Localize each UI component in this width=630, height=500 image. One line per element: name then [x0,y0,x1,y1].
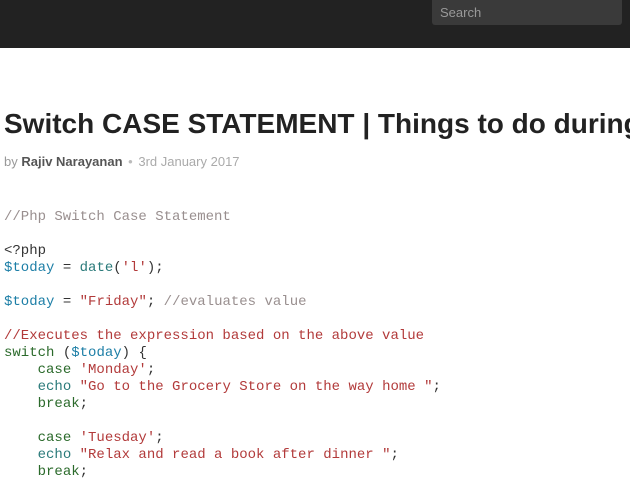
code-sp [71,379,79,395]
code-var: $today [4,294,54,310]
code-paren: ( [54,345,71,361]
code-string: "Go to the Grocery Store on the way home… [80,379,433,395]
code-paren: ); [147,260,164,276]
author-link[interactable]: Rajiv Narayanan [21,154,122,169]
code-semi: ; [80,464,88,480]
code-keyword: switch [4,345,54,361]
code-indent [4,379,38,395]
code-paren: ( [113,260,121,276]
code-semi: ; [155,430,163,446]
code-semi: ; [80,396,88,412]
code-sp [71,362,79,378]
code-keyword: case [38,430,72,446]
code-semi: ; [147,362,155,378]
post-date: 3rd January 2017 [138,154,239,169]
code-keyword: case [38,362,72,378]
code-string: 'Monday' [80,362,147,378]
code-indent [4,447,38,463]
post-meta: by Rajiv Narayanan • 3rd January 2017 [4,154,630,169]
code-var: $today [71,345,121,361]
topbar: All [0,0,630,48]
code-op: = [54,294,79,310]
code-text: <?php [4,243,46,259]
code-keyword: break [38,396,80,412]
page-title: Switch CASE STATEMENT | Things to do dur… [4,108,630,140]
search-input[interactable] [432,0,624,25]
code-comment: //Php Switch Case Statement [4,209,231,225]
article-content: Switch CASE STATEMENT | Things to do dur… [0,108,630,481]
code-keyword: break [38,464,80,480]
search-box: All [432,0,622,25]
code-semi: ; [147,294,164,310]
by-label: by [4,154,18,169]
code-var: $today [4,260,54,276]
code-keyword: echo [38,447,72,463]
code-string: "Friday" [80,294,147,310]
code-comment: //evaluates value [164,294,307,310]
code-string: 'Tuesday' [80,430,156,446]
code-sp [71,430,79,446]
code-comment: //Executes the expression based on the a… [4,328,424,344]
code-indent [4,464,38,480]
meta-separator: • [128,154,133,169]
code-indent [4,396,38,412]
code-indent [4,430,38,446]
code-op: = [54,260,79,276]
code-string: "Relax and read a book after dinner " [80,447,391,463]
header-spacer [0,48,630,108]
search-filter-dropdown[interactable]: All [624,0,630,25]
code-keyword: echo [38,379,72,395]
code-semi: ; [390,447,398,463]
code-paren: ) { [122,345,147,361]
code-func: date [80,260,114,276]
code-sp [71,447,79,463]
code-indent [4,362,38,378]
code-string: 'l' [122,260,147,276]
code-semi: ; [432,379,440,395]
code-block: //Php Switch Case Statement <?php $today… [4,209,630,481]
